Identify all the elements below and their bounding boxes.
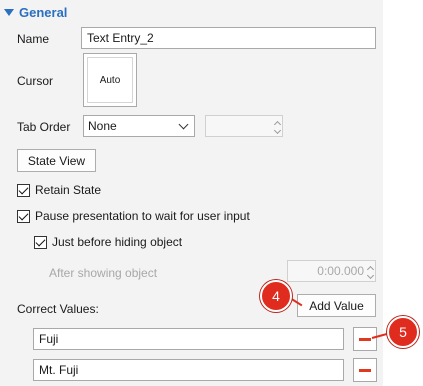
pause-presentation-checkbox-row[interactable]: Pause presentation to wait for user inpu… (17, 209, 250, 223)
callout-badge-4: 4 (260, 280, 292, 312)
tab-order-label: Tab Order (17, 120, 71, 134)
minus-icon (359, 337, 371, 341)
just-before-hiding-label: Just before hiding object (52, 235, 183, 249)
after-showing-label: After showing object (49, 266, 158, 280)
stepper-arrows-icon[interactable] (366, 265, 375, 279)
add-value-button[interactable]: Add Value (297, 294, 376, 317)
callout-badge-5: 5 (387, 316, 419, 348)
just-before-hiding-checkbox-row[interactable]: Just before hiding object (34, 235, 182, 249)
after-showing-time-stepper[interactable]: 0:00.000 (287, 260, 376, 282)
section-title: General (19, 4, 68, 20)
general-section-header[interactable]: General (4, 3, 67, 21)
collapse-triangle-icon[interactable] (4, 8, 14, 16)
correct-value-1: Fuji (39, 332, 59, 346)
name-input[interactable]: Text Entry_2 (81, 27, 376, 49)
state-view-button[interactable]: State View (17, 149, 96, 172)
tab-order-value: None (88, 119, 117, 133)
stepper-arrows-icon[interactable] (273, 120, 282, 134)
pause-presentation-label: Pause presentation to wait for user inpu… (35, 209, 250, 223)
just-before-hiding-checkbox[interactable] (34, 235, 47, 249)
retain-state-checkbox[interactable] (17, 183, 30, 197)
cursor-picker[interactable]: Auto (83, 53, 137, 107)
pause-presentation-checkbox[interactable] (17, 209, 30, 223)
minus-icon (359, 368, 371, 372)
cursor-label: Cursor (17, 74, 54, 88)
correct-value-input-2[interactable]: Mt. Fuji (33, 359, 344, 381)
correct-value-2: Mt. Fuji (39, 363, 79, 377)
remove-value-button-2[interactable] (353, 358, 377, 382)
tab-order-select[interactable]: None (83, 115, 195, 137)
retain-state-label: Retain State (35, 183, 102, 197)
retain-state-checkbox-row[interactable]: Retain State (17, 183, 101, 197)
name-label: Name (17, 32, 50, 46)
remove-value-button-1[interactable] (353, 327, 377, 351)
name-value: Text Entry_2 (87, 31, 154, 45)
properties-panel: General Name Text Entry_2 Cursor Auto Ta… (0, 0, 383, 386)
correct-value-input-1[interactable]: Fuji (33, 328, 344, 350)
correct-values-label: Correct Values: (17, 302, 99, 316)
after-showing-time: 0:00.000 (317, 264, 364, 278)
cursor-preview: Auto (87, 57, 133, 103)
tab-order-stepper[interactable] (205, 115, 283, 137)
chevron-down-icon (178, 119, 189, 129)
cursor-value: Auto (99, 74, 121, 86)
